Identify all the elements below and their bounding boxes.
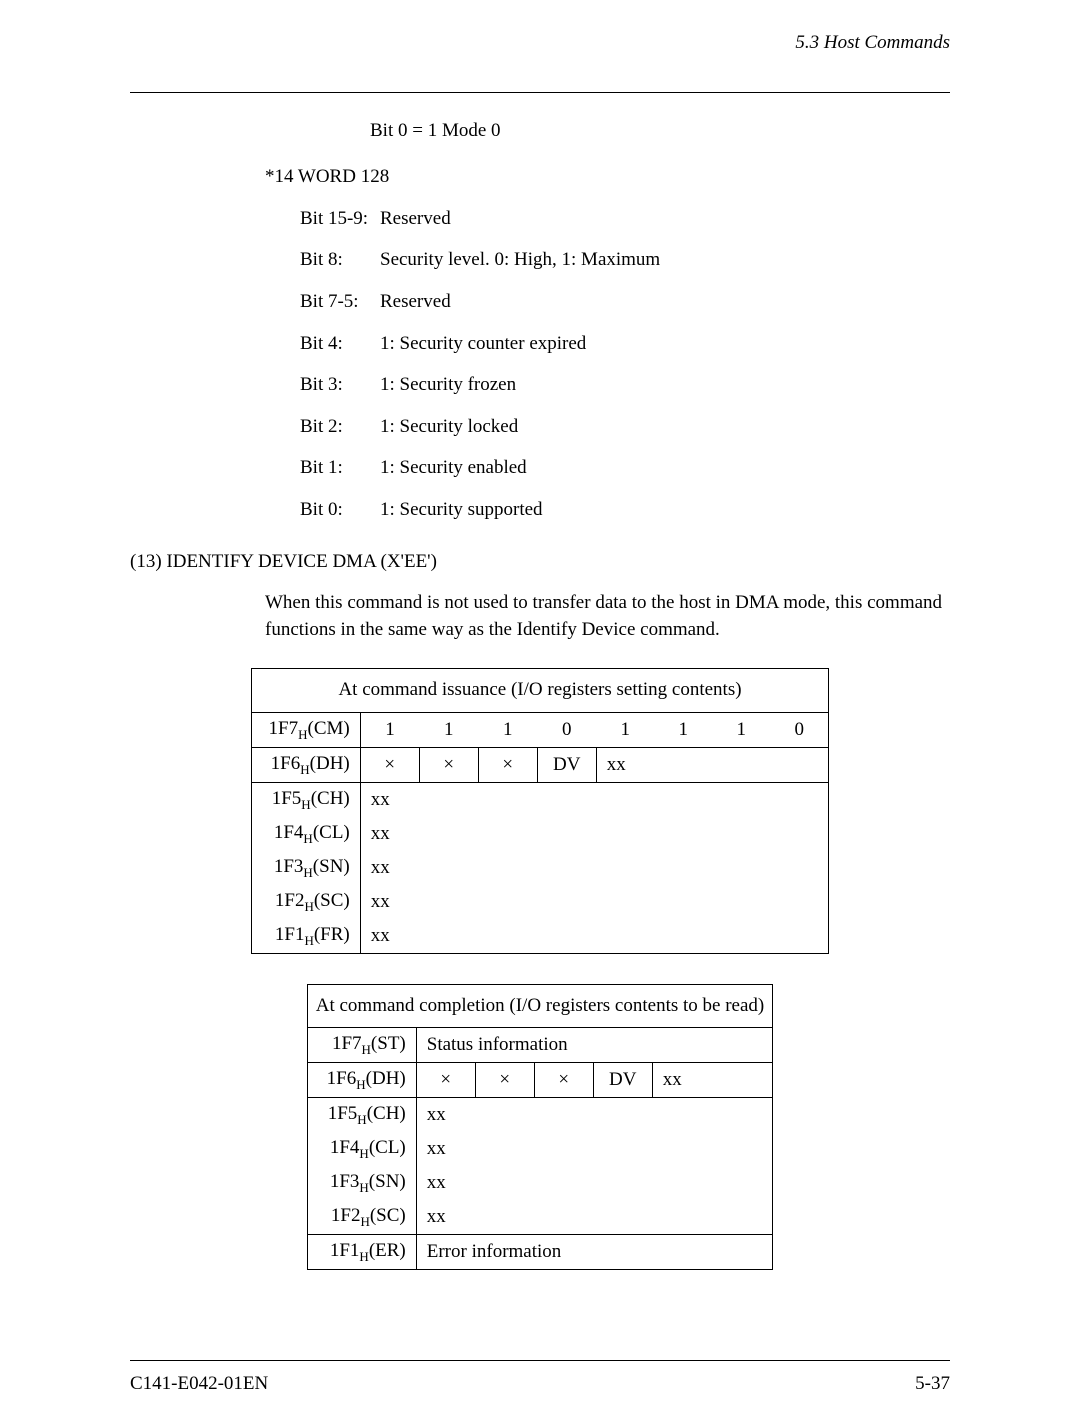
register-value: Error information (416, 1235, 772, 1270)
register-value: xx (360, 782, 829, 816)
register-label: 1F7H(ST) (307, 1028, 416, 1063)
bit-row: Bit 1:1: Security enabled (300, 455, 950, 482)
register-value: xx (416, 1166, 772, 1200)
register-label: 1F7H(CM) (251, 712, 360, 747)
bit-desc: Reserved (380, 289, 451, 316)
table-row: 1F3H(SN)xx (307, 1166, 772, 1200)
word128-heading: *14 WORD 128 (265, 164, 950, 191)
table-row: 1F6H(DH)×××DVxx (251, 747, 829, 782)
bit-label: Bit 1: (300, 455, 380, 482)
table-caption: At command issuance (I/O registers setti… (251, 669, 829, 713)
bit-desc: 1: Security enabled (380, 455, 527, 482)
bit-row: Bit 4:1: Security counter expired (300, 331, 950, 358)
bit-row: Bit 15-9:Reserved (300, 206, 950, 233)
mode-line: Bit 0 = 1 Mode 0 (370, 118, 950, 145)
bit-desc: 1: Security locked (380, 414, 518, 441)
table-row: 1F6H(DH)×××DVxx (307, 1063, 772, 1098)
section-paragraph: When this command is not used to transfe… (265, 590, 950, 643)
table-row: 1F2H(SC)xx (251, 885, 829, 919)
register-value: xx (360, 919, 829, 953)
bit-cell: × (534, 1063, 593, 1098)
page-header: 5.3 Host Commands (130, 30, 950, 62)
io-register-table: At command completion (I/O registers con… (307, 984, 773, 1270)
bit-label: Bit 7-5: (300, 289, 380, 316)
footer-pagenum: 5-37 (915, 1371, 950, 1398)
table-row: 1F4H(CL)xx (307, 1132, 772, 1166)
table-row: 1F3H(SN)xx (251, 851, 829, 885)
bit-cell: 1 (360, 712, 419, 747)
bit-cell: 0 (537, 712, 596, 747)
bit-label: Bit 2: (300, 414, 380, 441)
bit-cell: DV (593, 1063, 652, 1098)
bit-label: Bit 8: (300, 247, 380, 274)
bit-desc: Security level. 0: High, 1: Maximum (380, 247, 660, 274)
footer-docid: C141-E042-01EN (130, 1371, 268, 1398)
bit-row: Bit 7-5:Reserved (300, 289, 950, 316)
bit-cell: DV (537, 747, 596, 782)
register-label: 1F3H(SN) (307, 1166, 416, 1200)
bit-label: Bit 4: (300, 331, 380, 358)
section-label: 5.3 Host Commands (795, 32, 950, 53)
table-row: 1F4H(CL)xx (251, 817, 829, 851)
register-value: xx (416, 1132, 772, 1166)
table-row: 1F7H(CM)11101110 (251, 712, 829, 747)
bit-cell: 1 (712, 712, 770, 747)
bit-label: Bit 3: (300, 372, 380, 399)
register-label: 1F6H(DH) (251, 747, 360, 782)
bit-cell: xx (596, 747, 829, 782)
table-caption: At command completion (I/O registers con… (307, 984, 772, 1028)
register-label: 1F6H(DH) (307, 1063, 416, 1098)
register-label: 1F4H(CL) (251, 817, 360, 851)
page-footer: C141-E042-01EN 5-37 (130, 1361, 950, 1398)
bit-row: Bit 3:1: Security frozen (300, 372, 950, 399)
register-label: 1F1H(FR) (251, 919, 360, 953)
bit-label: Bit 15-9: (300, 206, 380, 233)
table-row: 1F1H(FR)xx (251, 919, 829, 953)
bit-desc: 1: Security counter expired (380, 331, 586, 358)
register-value: xx (416, 1098, 772, 1132)
register-value: xx (360, 851, 829, 885)
register-label: 1F5H(CH) (251, 782, 360, 816)
register-label: 1F1H(ER) (307, 1235, 416, 1270)
bit-cell: xx (652, 1063, 772, 1098)
bit-desc: 1: Security supported (380, 497, 543, 524)
table-row: 1F5H(CH)xx (251, 782, 829, 816)
table-completion: At command completion (I/O registers con… (130, 984, 950, 1270)
bit-cell: 1 (654, 712, 712, 747)
register-label: 1F2H(SC) (307, 1200, 416, 1234)
table-row: 1F7H(ST)Status information (307, 1028, 772, 1063)
bit-cell: × (478, 747, 537, 782)
bit-cell: × (419, 747, 478, 782)
register-label: 1F2H(SC) (251, 885, 360, 919)
section-heading: (13) IDENTIFY DEVICE DMA (X'EE') (130, 549, 950, 576)
table-row: 1F2H(SC)xx (307, 1200, 772, 1234)
bit-cell: 1 (478, 712, 537, 747)
register-value: xx (360, 817, 829, 851)
bit-definitions: Bit 15-9:ReservedBit 8:Security level. 0… (300, 206, 950, 524)
bit-label: Bit 0: (300, 497, 380, 524)
bit-cell: 0 (770, 712, 829, 747)
bit-cell: × (475, 1063, 534, 1098)
bit-cell: × (416, 1063, 475, 1098)
io-register-table: At command issuance (I/O registers setti… (251, 668, 830, 953)
register-label: 1F4H(CL) (307, 1132, 416, 1166)
bit-cell: 1 (596, 712, 654, 747)
register-value: xx (360, 885, 829, 919)
register-value: Status information (416, 1028, 772, 1063)
bit-desc: 1: Security frozen (380, 372, 516, 399)
bit-row: Bit 8:Security level. 0: High, 1: Maximu… (300, 247, 950, 274)
register-label: 1F5H(CH) (307, 1098, 416, 1132)
bit-cell: 1 (419, 712, 478, 747)
register-value: xx (416, 1200, 772, 1234)
register-label: 1F3H(SN) (251, 851, 360, 885)
table-issuance: At command issuance (I/O registers setti… (130, 668, 950, 953)
bit-row: Bit 2:1: Security locked (300, 414, 950, 441)
table-row: 1F5H(CH)xx (307, 1098, 772, 1132)
bit-desc: Reserved (380, 206, 451, 233)
bit-cell: × (360, 747, 419, 782)
bit-row: Bit 0:1: Security supported (300, 497, 950, 524)
table-row: 1F1H(ER)Error information (307, 1235, 772, 1270)
